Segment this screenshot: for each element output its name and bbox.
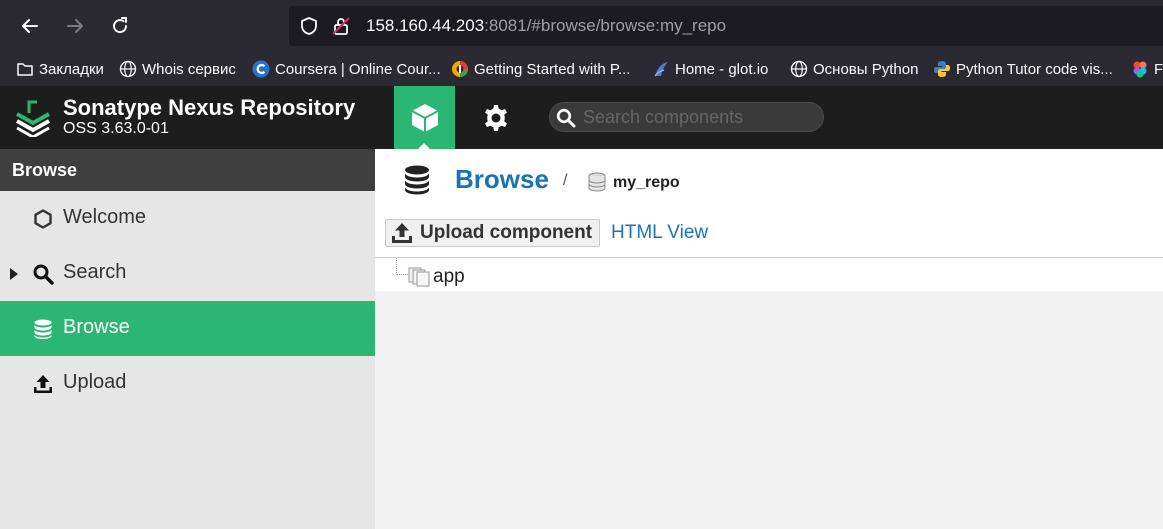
- tree-node-app[interactable]: app: [433, 266, 465, 288]
- database-icon: [405, 165, 429, 195]
- insecure-lock-icon[interactable]: [331, 16, 351, 36]
- url-path: :8081/#browse/browse:my_repo: [484, 16, 727, 35]
- back-button[interactable]: [14, 10, 46, 42]
- python-icon: [934, 61, 950, 77]
- upload-component-label: Upload component: [420, 222, 593, 243]
- sidebar-title: Browse: [0, 149, 375, 191]
- bookmark-folder[interactable]: Закладки: [16, 58, 104, 80]
- folder-stack-icon: [408, 267, 430, 287]
- url-host: 158.160.44.203: [366, 16, 485, 35]
- glot-icon: [654, 62, 668, 77]
- browse-mode-button[interactable]: [394, 86, 455, 149]
- coursera-icon: [252, 60, 270, 78]
- address-bar[interactable]: 158.160.44.203:8081/#browse/browse:my_re…: [289, 6, 1163, 46]
- sidebar-item-label: Browse: [63, 316, 130, 338]
- expand-arrow-icon[interactable]: [10, 268, 18, 280]
- app-version: OSS 3.63.0-01: [63, 120, 169, 137]
- folder-icon: [17, 63, 33, 76]
- search-icon: [33, 264, 54, 285]
- component-search: [549, 102, 824, 132]
- sidebar: Browse Welcome Search Browse Upload: [0, 149, 375, 529]
- sonatype-logo-icon[interactable]: [14, 99, 52, 137]
- repository-icon: [588, 172, 606, 192]
- shield-icon[interactable]: [299, 16, 319, 36]
- upload-icon: [392, 223, 412, 243]
- url-text: 158.160.44.203:8081/#browse/browse:my_re…: [366, 16, 726, 36]
- html-view-link[interactable]: HTML View: [611, 222, 708, 244]
- sidebar-item-upload[interactable]: Upload: [0, 356, 375, 411]
- bookmark-glot[interactable]: Home - glot.io: [652, 58, 768, 80]
- arrow-right-icon: [67, 19, 83, 33]
- bookmark-getting-started[interactable]: Getting Started with P...: [451, 58, 630, 80]
- bookmark-coursera[interactable]: Coursera | Online Cour...: [252, 58, 441, 80]
- arrow-left-icon: [22, 19, 38, 33]
- gear-icon: [485, 104, 507, 131]
- search-icon: [556, 108, 576, 128]
- tree-connector-line: [396, 258, 397, 275]
- bookmarks-bar: Закладки Whois сервис Coursera | Online …: [0, 52, 1163, 86]
- globe-icon: [790, 60, 808, 78]
- bookmark-label: Whois сервис: [142, 60, 236, 78]
- bookmark-python-tutor[interactable]: Python Tutor code vis...: [933, 58, 1113, 80]
- upload-icon: [34, 375, 52, 393]
- bookmark-label: Основы Python: [813, 60, 919, 78]
- app-header: Sonatype Nexus Repository OSS 3.63.0-01: [0, 86, 1163, 149]
- hexagon-icon: [34, 209, 52, 229]
- tree-connector-line: [396, 274, 408, 275]
- reload-button[interactable]: [104, 10, 136, 42]
- sidebar-item-browse[interactable]: Browse: [0, 301, 375, 356]
- search-components-input[interactable]: [583, 105, 818, 129]
- breadcrumb-browse[interactable]: Browse: [455, 164, 549, 195]
- colorful-circle-icon: [452, 61, 468, 77]
- administration-mode-button[interactable]: [466, 86, 526, 149]
- main-content: Browse / my_repo Upload component HTML V…: [375, 149, 1163, 529]
- figma-icon: [1133, 61, 1147, 78]
- app-title: Sonatype Nexus Repository: [63, 95, 356, 120]
- forward-button[interactable]: [59, 10, 91, 42]
- database-icon: [34, 319, 52, 339]
- bookmark-figma[interactable]: F: [1131, 58, 1163, 80]
- bookmark-label: Python Tutor code vis...: [956, 60, 1113, 78]
- bookmark-label: Getting Started with P...: [474, 60, 631, 78]
- cube-icon: [411, 103, 438, 132]
- bookmark-label: F: [1154, 60, 1163, 78]
- sidebar-item-label: Welcome: [63, 206, 146, 228]
- sidebar-item-label: Upload: [63, 371, 127, 393]
- upload-component-button[interactable]: Upload component: [385, 219, 600, 247]
- sidebar-item-welcome[interactable]: Welcome: [0, 191, 375, 246]
- content-header: Browse / my_repo Upload component HTML V…: [375, 149, 1163, 257]
- sidebar-item-label: Search: [63, 261, 127, 283]
- bookmark-label: Coursera | Online Cour...: [275, 60, 441, 78]
- bookmark-python-basics[interactable]: Основы Python: [790, 58, 918, 80]
- component-tree: app: [375, 257, 1163, 291]
- reload-icon: [113, 17, 128, 34]
- bookmark-label: Home - glot.io: [675, 60, 769, 78]
- breadcrumb-separator: /: [563, 172, 568, 189]
- globe-icon: [119, 60, 137, 78]
- browser-toolbar: 158.160.44.203:8081/#browse/browse:my_re…: [0, 0, 1163, 52]
- bookmark-label: Закладки: [39, 60, 104, 78]
- breadcrumb-repository: my_repo: [613, 174, 680, 191]
- sidebar-item-search[interactable]: Search: [0, 246, 375, 301]
- bookmark-whois[interactable]: Whois сервис: [119, 58, 236, 80]
